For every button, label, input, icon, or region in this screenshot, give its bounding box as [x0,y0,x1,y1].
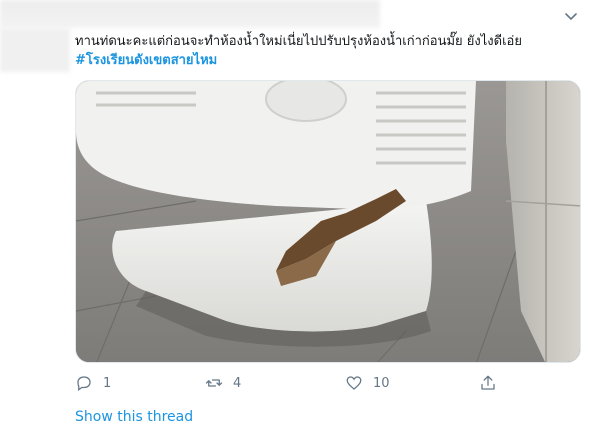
retweet-action[interactable]: 4 [205,374,241,392]
tweet-body: ทานท่ดนะคะแต่ก่อนจะทำห้องน้ำใหม่เนี่ยไปป… [75,34,522,49]
hashtag-link[interactable]: #โรงเรียนดังเขตสายไหม [75,51,575,70]
reply-count: 1 [103,375,112,391]
like-count: 10 [373,375,390,391]
share-icon [481,375,495,390]
photo-illustration [76,81,580,362]
blurred-avatar-area [0,28,70,72]
caret-down-icon[interactable] [562,10,580,24]
like-icon [346,376,362,390]
reply-icon [77,376,91,392]
reply-action[interactable]: 1 [75,374,111,392]
show-thread-link[interactable]: Show this thread [75,409,193,425]
retweet-icon [205,379,223,387]
like-action[interactable]: 10 [345,374,390,392]
tweet-photo[interactable] [75,80,581,363]
retweet-count: 4 [233,375,242,391]
share-action[interactable] [479,374,497,392]
tweet-text: ทานท่ดนะคะแต่ก่อนจะทำห้องน้ำใหม่เนี่ยไปป… [75,32,575,70]
blurred-user-header [0,0,380,28]
tweet-actions: 1 4 10 [75,374,505,394]
